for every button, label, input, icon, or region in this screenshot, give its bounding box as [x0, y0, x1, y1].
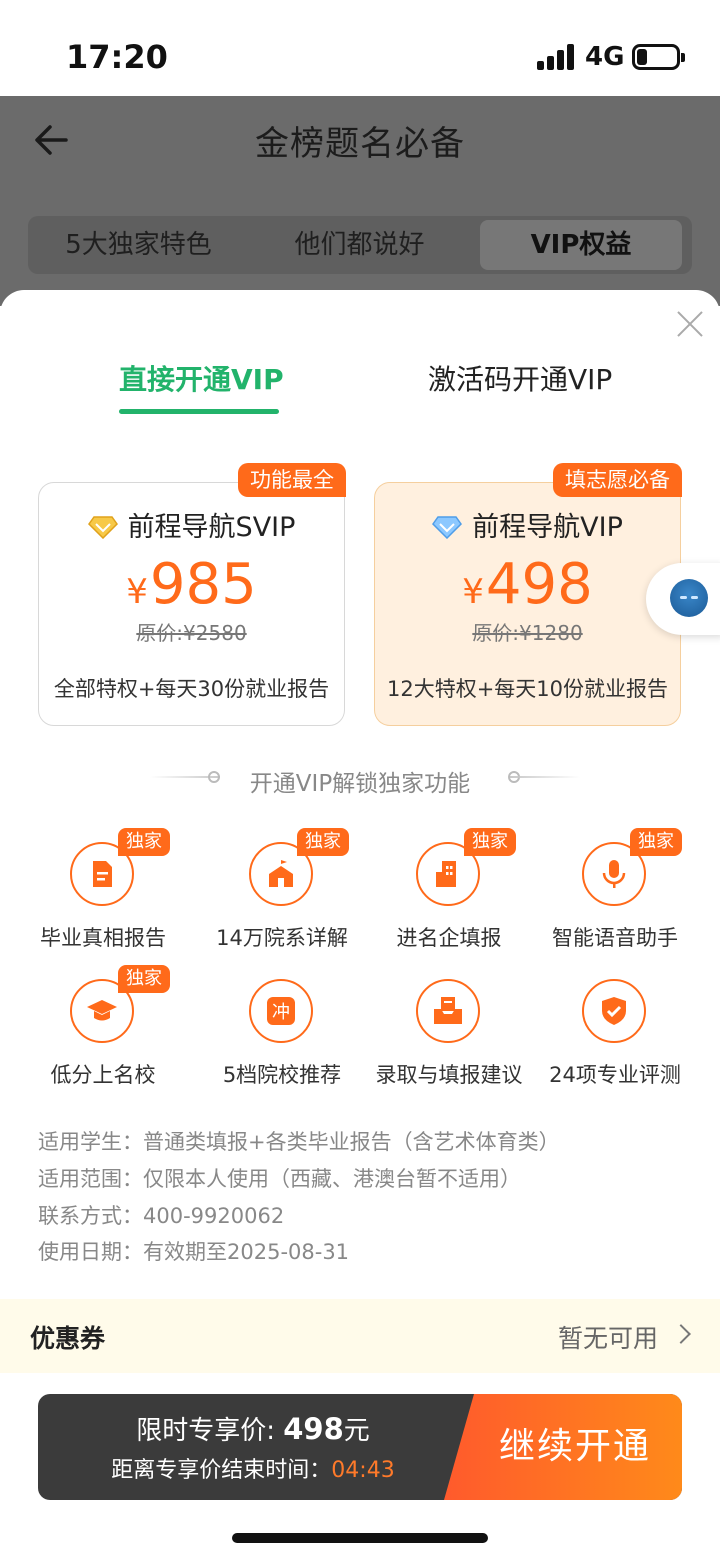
signal-icon	[537, 44, 577, 70]
plan-price-value: 985	[149, 552, 257, 617]
graduation-cap-icon	[87, 1000, 117, 1021]
home-indicator	[232, 1533, 488, 1543]
exclusive-badge: 独家	[118, 828, 170, 856]
gold-diamond-icon	[87, 515, 118, 539]
coupon-value: 暂无可用	[557, 1324, 658, 1353]
feature-icon-wrap	[416, 979, 480, 1043]
purchase-info: 限时专享价: 498元 距离专享价结束时间：04:43	[38, 1394, 468, 1500]
feature-graduation-report[interactable]: 独家 毕业真相报告	[18, 828, 188, 962]
plan-badge: 功能最全	[238, 463, 346, 497]
exclusive-badge: 独家	[297, 828, 349, 856]
status-time: 17:20	[66, 38, 168, 76]
countdown: 距离专享价结束时间：04:43	[111, 1458, 395, 1483]
plan-price: ¥498	[375, 553, 680, 624]
exclusive-badge: 独家	[464, 828, 516, 856]
features-title: 开通VIP解锁独家功能	[249, 771, 471, 797]
feature-departments[interactable]: 独家 14万院系详解	[197, 828, 367, 962]
segment-control: 5大独家特色 他们都说好 VIP权益	[28, 216, 692, 274]
building-icon	[436, 861, 456, 887]
plan-price: ¥985	[39, 553, 344, 624]
shield-check-icon	[602, 997, 626, 1025]
svg-text:冲: 冲	[272, 1002, 290, 1023]
inbox-icon	[434, 997, 462, 1024]
info-applicable-scope: 适用范围：仅限本人使用（西藏、港澳台暂不适用）	[38, 1167, 521, 1191]
school-icon	[269, 860, 293, 887]
segment-vip-benefits[interactable]: VIP权益	[480, 220, 682, 270]
segment-features[interactable]: 5大独家特色	[28, 216, 249, 274]
plan-badge: 填志愿必备	[553, 463, 682, 497]
assistant-float-button[interactable]	[646, 563, 720, 635]
plan-name: 前程导航SVIP	[39, 505, 344, 544]
report-icon	[93, 861, 112, 887]
feature-label: 5档院校推荐	[222, 1063, 342, 1087]
microphone-icon	[602, 860, 626, 888]
plan-name-text: 前程导航SVIP	[127, 512, 296, 543]
chong-icon: 冲	[267, 997, 295, 1025]
info-applicable-students: 适用学生：普通类填报+各类毕业报告（含艺术体育类）	[38, 1130, 560, 1154]
tab-direct-vip[interactable]: 直接开通VIP	[119, 358, 284, 398]
robot-icon	[670, 579, 708, 617]
plan-name-text: 前程导航VIP	[472, 512, 623, 543]
network-type: 4G	[585, 42, 625, 72]
feature-label: 14万院系详解	[216, 926, 348, 950]
continue-button[interactable]: 继续开通	[444, 1394, 682, 1500]
feature-label: 录取与填报建议	[375, 1063, 523, 1087]
battery-icon	[632, 44, 685, 70]
feature-voice-assistant[interactable]: 独家 智能语音助手	[530, 828, 700, 962]
feature-label: 低分上名校	[50, 1063, 156, 1087]
info-contact: 联系方式：400-9920062	[38, 1204, 285, 1228]
feature-label: 智能语音助手	[552, 926, 678, 950]
tab-underline	[119, 409, 279, 414]
exclusive-badge: 独家	[118, 965, 170, 993]
plan-original-price: 原价:¥2580	[136, 621, 247, 645]
feature-label: 毕业真相报告	[40, 926, 166, 950]
feature-top-companies[interactable]: 独家 进名企填报	[364, 828, 534, 962]
feature-major-assessment[interactable]: 24项专业评测	[530, 979, 700, 1099]
feature-icon-wrap	[582, 979, 646, 1043]
plan-price-value: 498	[485, 552, 593, 617]
feature-label: 进名企填报	[396, 926, 502, 950]
feature-five-tier-recommend[interactable]: 冲 5档院校推荐	[197, 979, 367, 1099]
coupon-label: 优惠券	[30, 1324, 106, 1353]
currency-symbol: ¥	[126, 572, 148, 612]
plan-original-price: 原价:¥1280	[472, 621, 583, 645]
divider-line-right	[510, 776, 580, 778]
exclusive-badge: 独家	[630, 828, 682, 856]
info-validity: 使用日期：有效期至2025-08-31	[38, 1240, 350, 1264]
coupon-row[interactable]: 优惠券 暂无可用	[0, 1299, 720, 1373]
feature-icon-wrap: 冲	[249, 979, 313, 1043]
plan-name: 前程导航VIP	[375, 505, 680, 544]
feature-label: 24项专业评测	[549, 1063, 681, 1087]
feature-admission-advice[interactable]: 录取与填报建议	[364, 979, 534, 1099]
background-page: 金榜题名必备 5大独家特色 他们都说好 VIP权益	[0, 96, 720, 306]
chevron-right-icon	[671, 1324, 691, 1344]
page-title: 金榜题名必备	[255, 124, 465, 164]
plan-card-svip[interactable]: 功能最全 前程导航SVIP ¥985 原价:¥2580 全部特权+每天30份就业…	[38, 463, 346, 726]
tab-activation-code[interactable]: 激活码开通VIP	[428, 358, 612, 398]
plan-description: 全部特权+每天30份就业报告	[53, 677, 330, 701]
feature-low-score-top-school[interactable]: 独家 低分上名校	[18, 965, 188, 1099]
purchase-bar: 限时专享价: 498元 距离专享价结束时间：04:43 继续开通	[38, 1394, 682, 1500]
plan-description: 12大特权+每天10份就业报告	[386, 677, 669, 701]
currency-symbol: ¥	[462, 572, 484, 612]
close-icon[interactable]	[676, 310, 704, 338]
vip-sheet: 直接开通VIP 激活码开通VIP 功能最全 前程导航SVIP ¥985 原价:¥…	[0, 290, 720, 1559]
segment-reviews[interactable]: 他们都说好	[249, 216, 470, 274]
plan-card-vip[interactable]: 填志愿必备 前程导航VIP ¥498 原价:¥1280 12大特权+每天10份就…	[374, 463, 682, 726]
limited-price: 限时专享价: 498元	[136, 1412, 370, 1446]
status-bar: 17:20 4G	[0, 0, 720, 96]
blue-diamond-icon	[432, 515, 463, 539]
